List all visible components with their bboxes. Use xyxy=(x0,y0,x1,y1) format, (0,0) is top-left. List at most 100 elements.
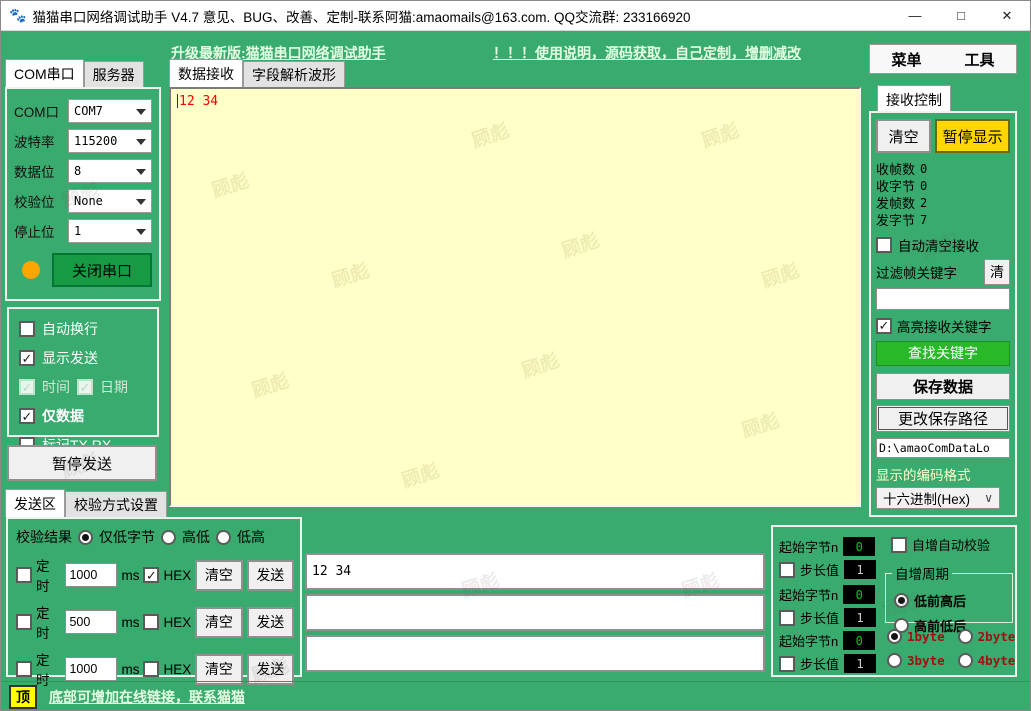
pause-display-button[interactable]: 暂停显示 xyxy=(935,119,1010,153)
autowrap-checkbox[interactable] xyxy=(19,321,35,337)
byte2-radio[interactable] xyxy=(957,629,973,644)
chevron-down-icon: ∨ xyxy=(984,491,993,505)
timer1-interval-input[interactable] xyxy=(65,563,118,587)
menu-item-tools[interactable]: 工具 xyxy=(964,49,994,70)
checksum-lowbyte-radio[interactable] xyxy=(78,529,93,545)
scroll-top-button[interactable]: 顶 xyxy=(9,684,37,709)
text-cursor xyxy=(177,94,178,109)
receive-tabs: 数据接收 字段解析波形 xyxy=(169,59,345,87)
byte1-radio[interactable] xyxy=(887,629,902,644)
window-title: 猫猫串口网络调试助手 V4.7 意见、BUG、改善、定制-联系阿猫:amaoma… xyxy=(32,9,691,25)
hex3-checkbox[interactable] xyxy=(143,661,160,677)
help-link[interactable]: ！！！使用说明，源码获取，自己定制，增删减改 xyxy=(493,43,801,63)
byte4-radio[interactable] xyxy=(957,653,973,668)
minimize-icon[interactable]: — xyxy=(892,1,938,30)
tab-data-receive[interactable]: 数据接收 xyxy=(169,59,243,87)
footer-bar: 顶 底部可增加在线链接，联系猫猫 xyxy=(1,681,1030,710)
maximize-icon[interactable]: □ xyxy=(938,1,984,30)
checksum-lowhigh-radio[interactable] xyxy=(216,529,231,545)
menu-item-menu[interactable]: 菜单 xyxy=(891,49,921,70)
step1-checkbox[interactable] xyxy=(779,561,795,578)
tab-receive-control[interactable]: 接收控制 xyxy=(877,85,951,113)
change-save-path-button[interactable]: 更改保存路径 xyxy=(876,405,1010,433)
step3-checkbox[interactable] xyxy=(779,655,795,672)
pause-send-button[interactable]: 暂停发送 xyxy=(7,445,157,481)
find-keyword-button[interactable]: 查找关键字 xyxy=(876,340,1010,366)
low-first-radio[interactable] xyxy=(894,593,909,608)
step-value-2: 1 xyxy=(844,608,877,627)
data-bits-row: 数据位 8 xyxy=(14,159,152,183)
baud-rate-label: 波特率 xyxy=(14,135,55,150)
step2-checkbox[interactable] xyxy=(779,609,795,626)
tab-checksum-settings[interactable]: 校验方式设置 xyxy=(65,491,167,517)
auto-clear-checkbox[interactable] xyxy=(876,237,892,253)
com-port-label: COM口 xyxy=(14,105,59,120)
send3-button[interactable]: 发送 xyxy=(246,653,295,685)
timer2-checkbox[interactable] xyxy=(16,614,32,630)
auto-check-checkbox[interactable] xyxy=(891,536,907,553)
clear1-button[interactable]: 清空 xyxy=(195,559,243,591)
receive-data-area[interactable]: 12 34 xyxy=(169,87,861,507)
highlight-keyword-checkbox[interactable] xyxy=(876,317,892,334)
byte3-radio[interactable] xyxy=(887,653,902,668)
clear3-button[interactable]: 清空 xyxy=(195,653,243,685)
send2-button[interactable]: 发送 xyxy=(246,606,295,638)
menu-bar: 菜单 工具 xyxy=(869,44,1017,74)
baud-rate-row: 波特率 115200 xyxy=(14,129,152,153)
filter-clear-button[interactable]: 清 xyxy=(984,259,1010,285)
title-bar: 🐾 猫猫串口网络调试助手 V4.7 意见、BUG、改善、定制-联系阿猫:amao… xyxy=(1,1,1030,31)
step-row-3: 步长值 1 xyxy=(779,654,877,673)
time-checkbox[interactable] xyxy=(19,379,35,395)
order-low-first-row: 低前高后 xyxy=(894,591,1020,610)
clear2-button[interactable]: 清空 xyxy=(195,606,243,638)
hex1-checkbox[interactable] xyxy=(143,567,160,583)
dropdown-arrow-icon xyxy=(136,229,146,235)
save-data-button[interactable]: 保存数据 xyxy=(876,372,1010,401)
dropdown-arrow-icon xyxy=(136,109,146,115)
highlight-keyword-row: 高亮接收关键字 xyxy=(876,316,1010,336)
checksum-result-row: 校验结果 仅低字节 高低 低高 xyxy=(16,529,265,545)
baud-rate-select[interactable]: 115200 xyxy=(68,129,152,153)
data-bits-select[interactable]: 8 xyxy=(68,159,152,183)
send-data-input-1[interactable] xyxy=(305,553,765,590)
checksum-highlow-radio[interactable] xyxy=(161,529,176,545)
timer1-checkbox[interactable] xyxy=(16,567,32,583)
connection-tabs: COM串口 服务器 xyxy=(5,59,144,87)
timer3-interval-input[interactable] xyxy=(65,657,118,681)
close-port-button[interactable]: 关闭串口 xyxy=(52,253,152,287)
stop-bits-select[interactable]: 1 xyxy=(68,219,152,243)
tab-com-serial[interactable]: COM串口 xyxy=(5,59,84,87)
send-row-2: 定时 ms HEX 清空 发送 xyxy=(16,602,295,642)
date-checkbox[interactable] xyxy=(77,379,93,395)
filter-keyword-input[interactable] xyxy=(876,288,1010,310)
tab-server[interactable]: 服务器 xyxy=(83,61,144,87)
start-byte-row-2: 起始字节n 0 xyxy=(779,585,876,604)
step-value-3: 1 xyxy=(844,654,877,673)
send-data-input-3[interactable] xyxy=(305,635,765,672)
filter-keyword-label: 过滤帧关键字 xyxy=(876,266,957,281)
timer3-checkbox[interactable] xyxy=(16,661,32,677)
stop-bits-row: 停止位 1 xyxy=(14,219,152,243)
send1-button[interactable]: 发送 xyxy=(246,559,295,591)
save-path-field: D:\amaoComDataLo xyxy=(876,438,1010,458)
send-data-input-2[interactable] xyxy=(305,594,765,631)
step-value-1: 1 xyxy=(844,560,877,579)
tab-field-parse-wave[interactable]: 字段解析波形 xyxy=(243,61,345,87)
received-data-text: 12 34 xyxy=(179,94,219,109)
hex2-checkbox[interactable] xyxy=(143,614,160,630)
com-port-select[interactable]: COM7 xyxy=(68,99,152,123)
data-only-checkbox[interactable] xyxy=(19,408,35,424)
encoding-format-select[interactable]: 十六进制(Hex) ∨ xyxy=(876,487,1000,509)
start-byte-value-1: 0 xyxy=(843,537,876,556)
start-byte-value-3: 0 xyxy=(843,631,876,650)
footer-link[interactable]: 底部可增加在线链接，联系猫猫 xyxy=(49,687,245,707)
tab-send-area[interactable]: 发送区 xyxy=(5,489,65,517)
show-send-row: 显示发送 xyxy=(19,348,157,368)
show-send-checkbox[interactable] xyxy=(19,350,35,366)
send-row-1: 定时 ms HEX 清空 发送 xyxy=(16,555,295,595)
parity-select[interactable]: None xyxy=(68,189,152,213)
timer2-interval-input[interactable] xyxy=(65,610,118,634)
close-icon[interactable]: ✕ xyxy=(984,1,1030,30)
data-only-row: 仅数据 xyxy=(19,406,157,426)
clear-receive-button[interactable]: 清空 xyxy=(876,119,932,153)
